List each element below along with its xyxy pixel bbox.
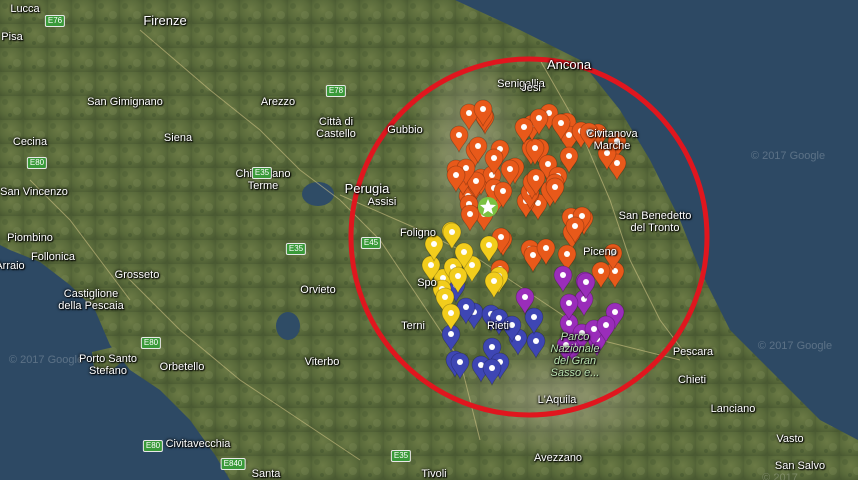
place-label: Pescara (672, 346, 714, 358)
lake-trasimeno (302, 182, 334, 206)
place-label: Città di Castello (316, 116, 356, 140)
place-label: Cecina (12, 136, 48, 148)
map-watermark: © 2017 Google (750, 150, 826, 162)
place-label: Piombino (7, 232, 53, 244)
place-label: Chieti (677, 374, 707, 386)
place-label: Spo (417, 277, 437, 289)
place-label: Gubbio (387, 124, 423, 136)
place-label: Terni (401, 320, 425, 332)
place-label: Orvieto (300, 284, 336, 296)
place-label: Grosseto (114, 269, 160, 281)
place-label: Lanciano (710, 403, 756, 415)
place-label: Arraio (0, 260, 25, 272)
place-label: San Benedetto del Tronto (618, 210, 692, 234)
place-label: Orbetello (159, 361, 205, 373)
road-badge: E80 (142, 440, 164, 452)
park-label: Parco Nazionale del Gran Sasso e... (550, 331, 600, 379)
place-label: Avezzano (533, 452, 583, 464)
road-badge: E80 (26, 157, 48, 169)
road-badge: E35 (285, 243, 307, 255)
place-label: San Vincenzo (0, 186, 68, 198)
map-watermark: © 2017 Google (757, 340, 833, 352)
place-label: Siena (163, 132, 193, 144)
map-watermark: © 2017 Google (8, 354, 84, 366)
map-watermark: © 2017 (762, 472, 798, 480)
place-label: L'Aquila (537, 394, 577, 406)
place-label: Tivoli (421, 468, 447, 480)
lake-bolsena (276, 312, 300, 340)
place-label: Lucca (10, 3, 40, 15)
place-label: Santa (251, 468, 281, 480)
place-label: Ancona (546, 57, 592, 72)
road-badge: E840 (220, 458, 246, 470)
place-label: Perugia (344, 181, 390, 196)
place-label: Viterbo (304, 356, 340, 368)
place-label: Piceno (583, 246, 617, 258)
map-view[interactable]: Lucca Pisa Firenze San Gimignano Arezzo Siena… (0, 0, 858, 480)
epicenter[interactable] (478, 197, 498, 217)
place-label: Arezzo (260, 96, 296, 108)
place-label: Castiglione della Pescaia (58, 288, 124, 312)
road-badge: E35 (251, 167, 273, 179)
place-label: San Salvo (774, 460, 826, 472)
place-label: Jesi (521, 82, 541, 94)
road-badge: E76 (44, 15, 66, 27)
place-label: Rieti (486, 320, 510, 332)
place-label: San Gimignano (87, 96, 163, 108)
road-badge: E45 (360, 237, 382, 249)
road-badge: E80 (140, 337, 162, 349)
place-label: Civitanova Marche (586, 128, 638, 152)
place-label: Porto Santo Stefano (78, 353, 138, 377)
place-label: Pisa (1, 31, 23, 43)
road-badge: E78 (325, 85, 347, 97)
place-label: Follonica (30, 251, 76, 263)
place-label: Firenze (143, 13, 187, 28)
place-label: Civitavecchia (165, 438, 231, 450)
road-badge: E35 (390, 450, 412, 462)
place-label: Vasto (776, 433, 804, 445)
place-label: Foligno (399, 227, 437, 239)
place-label: Assisi (367, 196, 397, 208)
